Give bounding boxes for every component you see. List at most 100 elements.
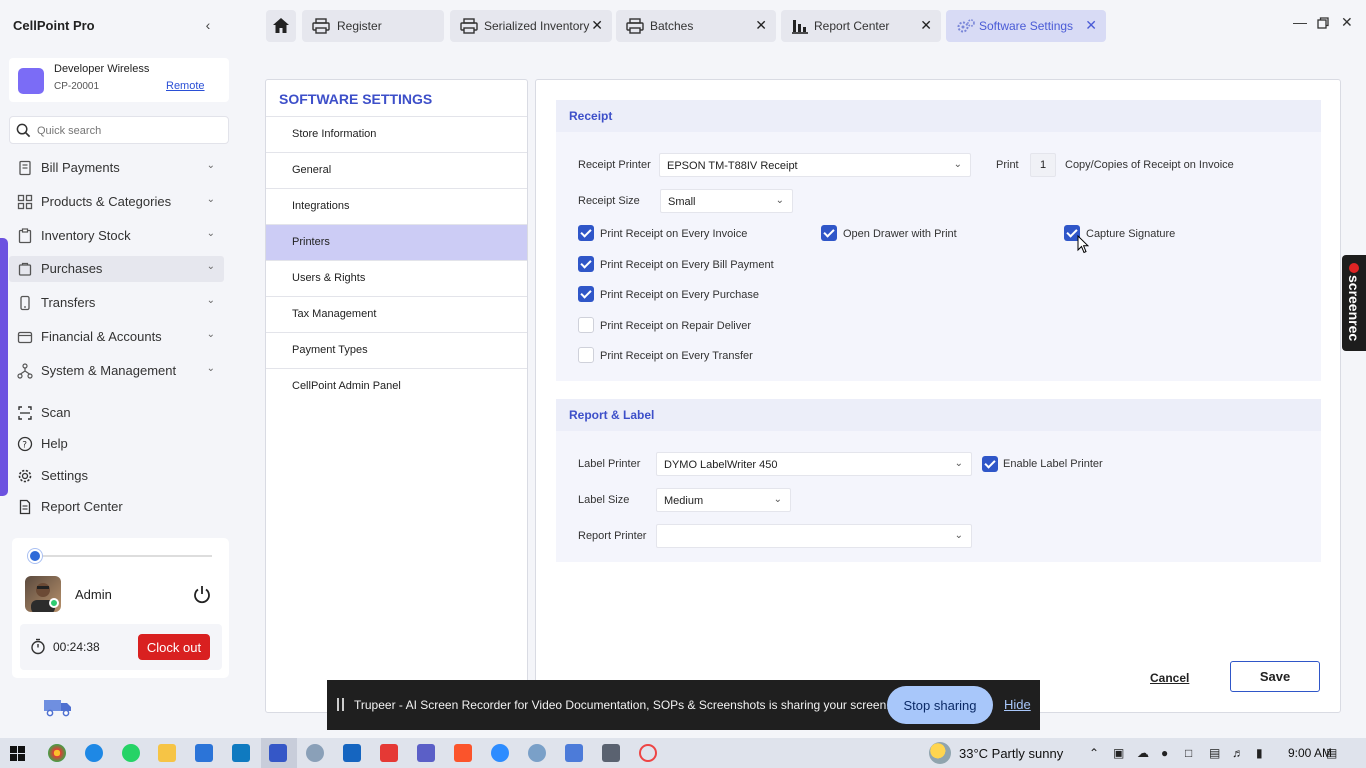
weather-text[interactable]: 33°C Partly sunny: [959, 746, 1063, 761]
menu-item-integrations[interactable]: Integrations: [266, 188, 527, 224]
edge-icon[interactable]: [85, 744, 103, 762]
cancel-button[interactable]: Cancel: [1150, 671, 1189, 685]
close-icon[interactable]: ✕: [591, 17, 603, 34]
network-icon[interactable]: □: [1185, 746, 1192, 760]
nav-products-categories[interactable]: Products & Categories ⌄: [9, 189, 224, 215]
copies-input[interactable]: 1: [1030, 153, 1056, 177]
menu-item-printers[interactable]: Printers: [266, 224, 527, 260]
nav-scan[interactable]: Scan: [9, 400, 224, 426]
restore-window-icon[interactable]: [1317, 16, 1329, 32]
menu-item-payment-types[interactable]: Payment Types: [266, 332, 527, 368]
nav-label: Purchases: [41, 261, 103, 276]
window-app-icon[interactable]: [343, 744, 361, 762]
transfer-icon: [20, 295, 30, 311]
delivery-truck-icon[interactable]: [43, 697, 73, 717]
tab-register[interactable]: Register: [302, 10, 444, 42]
stop-sharing-button[interactable]: Stop sharing: [887, 686, 993, 724]
nav-report-center[interactable]: Report Center: [9, 494, 224, 520]
close-icon[interactable]: ✕: [1085, 17, 1097, 34]
share-banner-text: Trupeer - AI Screen Recorder for Video D…: [354, 698, 890, 712]
file-explorer-icon[interactable]: [158, 744, 176, 762]
checkbox-label: Print Receipt on Every Invoice: [600, 228, 748, 240]
drag-handle-icon[interactable]: [337, 698, 344, 711]
nav-system-management[interactable]: System & Management ⌄: [9, 358, 224, 384]
cart-icon: [18, 262, 32, 276]
nav-financial-accounts[interactable]: Financial & Accounts ⌄: [9, 324, 224, 350]
nav-settings[interactable]: Settings: [9, 463, 224, 489]
cloud-icon[interactable]: ☁: [1137, 746, 1149, 760]
app-icon[interactable]: [306, 744, 324, 762]
checkbox-print-every-transfer[interactable]: [578, 347, 594, 363]
clock-out-button[interactable]: Clock out: [138, 634, 210, 660]
notifications-icon[interactable]: ▤: [1326, 746, 1337, 760]
app-icon[interactable]: [232, 744, 250, 762]
label-printer-label: Label Printer: [578, 458, 641, 470]
menu-item-general[interactable]: General: [266, 152, 527, 188]
receipt-size-select[interactable]: Small ⌄: [660, 189, 793, 213]
app-icon[interactable]: [528, 744, 546, 762]
microphone-icon[interactable]: ●: [1161, 746, 1168, 760]
tab-label: Software Settings: [979, 19, 1074, 33]
menu-item-admin-panel[interactable]: CellPoint Admin Panel: [266, 368, 527, 404]
checkbox-print-every-invoice[interactable]: [578, 225, 594, 241]
whatsapp-icon[interactable]: [122, 744, 140, 762]
store-icon[interactable]: [195, 744, 213, 762]
report-printer-select[interactable]: ⌄: [656, 524, 972, 548]
tab-batches[interactable]: Batches ✕: [616, 10, 776, 42]
checkbox-print-every-purchase[interactable]: [578, 286, 594, 302]
camera-icon[interactable]: ▣: [1113, 746, 1124, 760]
chevron-up-icon[interactable]: ⌃: [1089, 746, 1099, 760]
nav-label: Transfers: [41, 295, 96, 310]
user-card: Admin 00:24:38 Clock out: [12, 538, 229, 678]
receipt-printer-select[interactable]: EPSON TM-T88IV Receipt ⌄: [659, 153, 971, 177]
tab-report-center[interactable]: Report Center ✕: [781, 10, 941, 42]
cellpoint-app-icon[interactable]: [269, 744, 287, 762]
home-tab[interactable]: [266, 10, 296, 42]
collapse-sidebar-icon[interactable]: ‹: [200, 16, 216, 34]
zoom-icon[interactable]: [491, 744, 509, 762]
search-input[interactable]: [37, 122, 222, 140]
nav-help[interactable]: ? Help: [9, 431, 224, 457]
nav-label: Inventory Stock: [41, 228, 131, 243]
brave-icon[interactable]: [454, 744, 472, 762]
close-icon[interactable]: ✕: [920, 17, 932, 34]
close-icon[interactable]: ✕: [755, 17, 767, 34]
menu-item-store-information[interactable]: Store Information: [266, 116, 527, 152]
checkbox-label: Capture Signature: [1086, 228, 1176, 240]
chrome-icon[interactable]: [48, 744, 66, 762]
remote-link[interactable]: Remote: [166, 80, 205, 92]
power-icon[interactable]: [192, 584, 212, 604]
checkbox-print-every-bill-payment[interactable]: [578, 256, 594, 272]
quick-search[interactable]: [9, 116, 229, 144]
screenrec-label: screenrec: [1346, 275, 1362, 342]
nav-inventory-stock[interactable]: Inventory Stock ⌄: [9, 223, 224, 249]
label-size-select[interactable]: Medium ⌄: [656, 488, 791, 512]
hide-banner-link[interactable]: Hide: [1004, 697, 1031, 712]
battery-icon[interactable]: ▮: [1256, 746, 1263, 760]
close-window-icon[interactable]: ✕: [1341, 14, 1353, 31]
volume-icon[interactable]: ♬: [1232, 746, 1244, 760]
calculator-icon[interactable]: [602, 744, 620, 762]
weather-icon[interactable]: [929, 742, 951, 764]
notepad-icon[interactable]: [565, 744, 583, 762]
label-printer-select[interactable]: DYMO LabelWriter 450 ⌄: [656, 452, 972, 476]
nav-bill-payments[interactable]: Bill Payments ⌄: [9, 155, 224, 181]
ethernet-icon[interactable]: ▤: [1209, 746, 1220, 760]
nav-purchases[interactable]: Purchases ⌄: [9, 256, 224, 282]
windows-start-icon[interactable]: [10, 746, 25, 761]
save-button[interactable]: Save: [1230, 661, 1320, 692]
session-progress-handle[interactable]: [28, 549, 42, 563]
anydesk-icon[interactable]: [380, 744, 398, 762]
checkbox-enable-label-printer[interactable]: [982, 456, 998, 472]
checkbox-open-drawer[interactable]: [821, 225, 837, 241]
tab-serialized-inventory[interactable]: Serialized Inventory ✕: [450, 10, 612, 42]
menu-item-users-rights[interactable]: Users & Rights: [266, 260, 527, 296]
nav-transfers[interactable]: Transfers ⌄: [9, 290, 224, 316]
menu-item-tax-management[interactable]: Tax Management: [266, 296, 527, 332]
minimize-window-icon[interactable]: —: [1293, 14, 1307, 30]
loading-app-icon[interactable]: [639, 744, 657, 762]
teams-icon[interactable]: [417, 744, 435, 762]
checkbox-print-repair-deliver[interactable]: [578, 317, 594, 333]
tab-software-settings[interactable]: Software Settings ✕: [946, 10, 1106, 42]
screenrec-tab[interactable]: screenrec: [1342, 255, 1366, 351]
